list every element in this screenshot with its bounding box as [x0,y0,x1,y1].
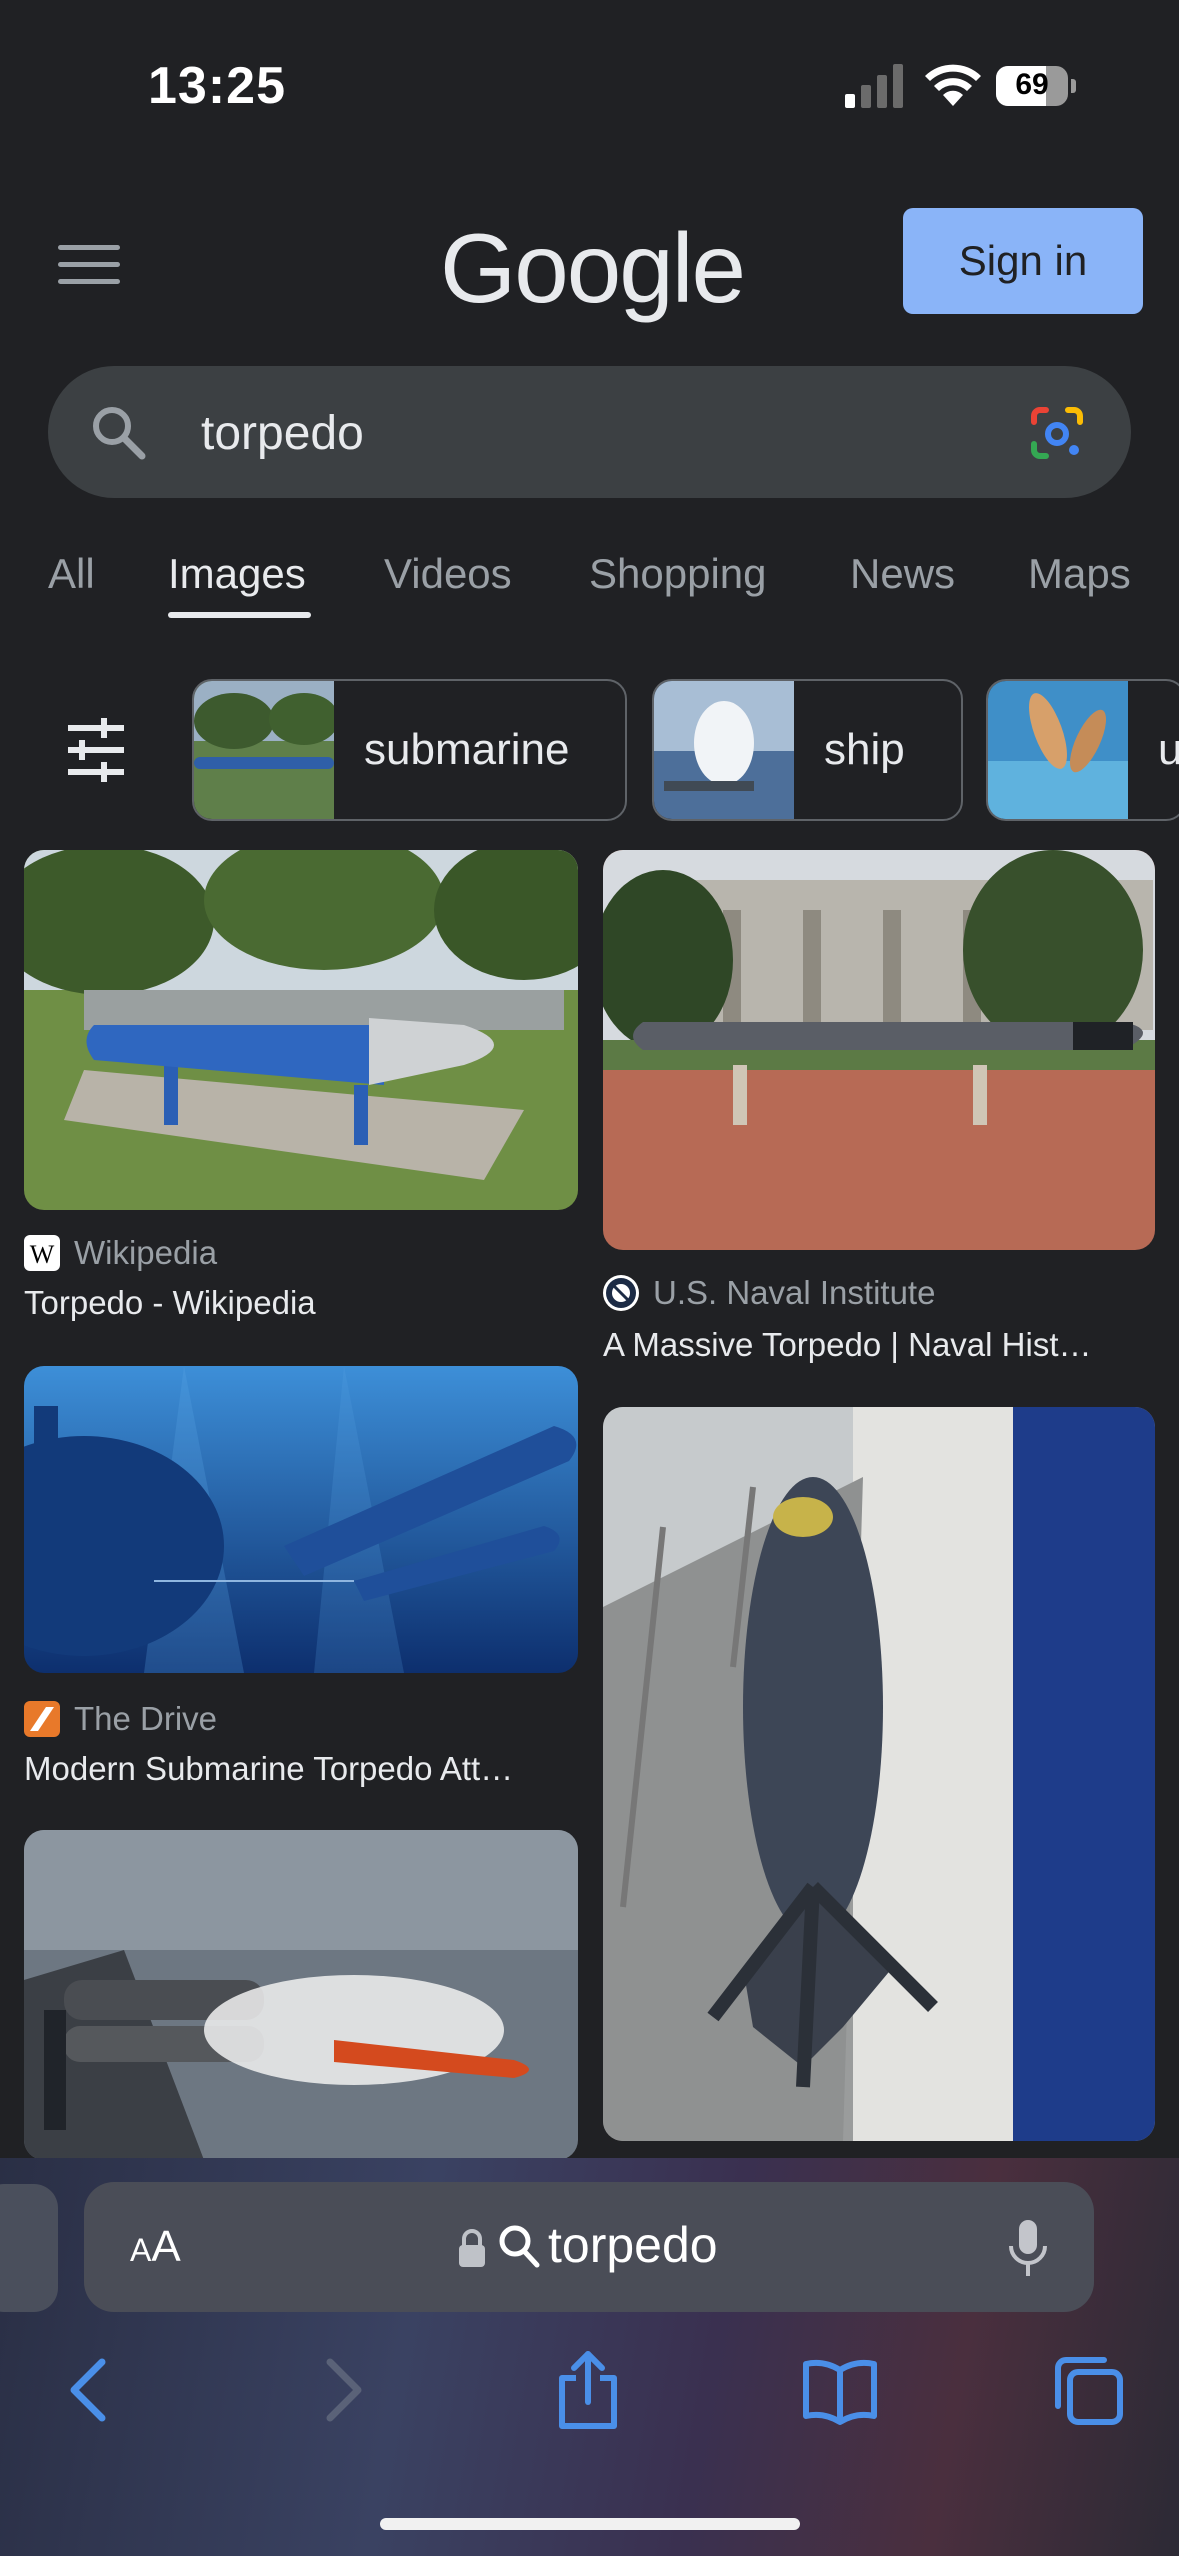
search-tabs: All Images Videos Shopping News Maps [0,540,1179,630]
wikipedia-icon: W [24,1235,60,1271]
image-result-3[interactable]: The Drive Modern Submarine Torpedo Att… [24,1366,578,1788]
status-time: 13:25 [148,57,286,115]
tab-news[interactable]: News [850,550,955,598]
lock-icon [459,2229,485,2267]
tab-videos[interactable]: Videos [384,550,512,598]
tab-shopping[interactable]: Shopping [589,550,767,598]
chip-thumbnail [194,681,334,819]
filter-icon[interactable] [60,718,132,782]
result-title[interactable]: Modern Submarine Torpedo Att… [24,1750,513,1788]
status-bar: 13:25 69 [0,0,1179,170]
google-logo[interactable]: Google [440,212,746,325]
result-source[interactable]: U.S. Naval Institute [603,1274,935,1312]
battery-level: 69 [1015,68,1049,101]
sign-in-button[interactable]: Sign in [903,208,1143,314]
image-result-1[interactable]: W Wikipedia Torpedo - Wikipedia [24,850,578,1330]
result-title[interactable]: A Massive Torpedo | Naval Hist… [603,1326,1092,1364]
result-source-label: U.S. Naval Institute [653,1274,936,1311]
result-source-label: Wikipedia [74,1234,218,1271]
battery-icon: 69 [996,66,1076,106]
chip-underwater[interactable]: u [986,679,1179,821]
chip-thumbnail [654,681,794,819]
result-source[interactable]: W Wikipedia [24,1234,217,1272]
chip-thumbnail [988,681,1128,819]
result-image[interactable] [24,850,578,1210]
chip-label: submarine [364,725,570,774]
result-title[interactable]: Torpedo - Wikipedia [24,1284,316,1322]
the-drive-icon [24,1701,60,1737]
chip-ship[interactable]: ship [652,679,963,821]
chip-label: u [1158,725,1179,775]
result-image[interactable] [603,850,1155,1250]
forward-icon[interactable] [302,2350,382,2430]
signal-icon [845,64,903,108]
menu-icon[interactable] [58,245,120,289]
text-size-button[interactable]: AA [130,2222,181,2272]
share-icon[interactable] [548,2350,628,2430]
google-lens-icon[interactable] [1028,404,1086,462]
search-input[interactable]: torpedo [48,366,1131,498]
back-icon[interactable] [50,2350,130,2430]
chip-label: ship [824,725,905,774]
bookmarks-icon[interactable] [800,2350,880,2430]
search-query[interactable]: torpedo [201,406,364,461]
usni-icon [603,1275,639,1311]
result-image[interactable] [24,1366,578,1673]
search-icon[interactable] [88,402,148,462]
result-source[interactable]: The Drive [24,1700,217,1738]
image-result-4[interactable] [603,1407,1155,2141]
wifi-icon [925,64,981,106]
active-tab-indicator [168,612,311,618]
image-result-5[interactable] [24,1830,578,2160]
chip-submarine[interactable]: submarine [192,679,627,821]
previous-tab-preview[interactable] [0,2184,58,2312]
svg-text:W: W [30,1240,55,1269]
result-image[interactable] [603,1407,1155,2141]
tab-all[interactable]: All [48,550,95,598]
tab-maps[interactable]: Maps [1028,550,1131,598]
tabs-icon[interactable] [1048,2350,1128,2430]
address-text[interactable]: torpedo [548,2216,718,2274]
home-indicator [380,2518,800,2530]
microphone-icon[interactable] [1008,2220,1048,2278]
result-source-label: The Drive [74,1700,218,1737]
image-result-2[interactable]: U.S. Naval Institute A Massive Torpedo |… [603,850,1155,1370]
search-icon [499,2225,540,2268]
tab-images[interactable]: Images [168,550,306,598]
result-image[interactable] [24,1830,578,2160]
